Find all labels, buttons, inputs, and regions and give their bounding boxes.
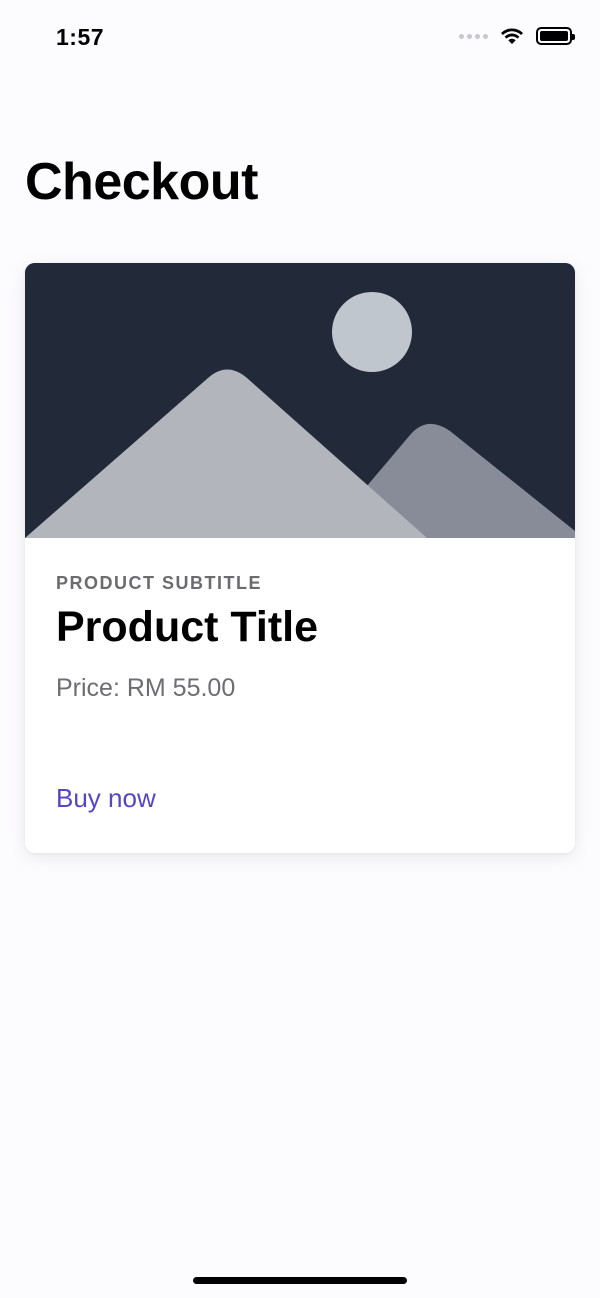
checkout-screen: 1:57 Checkout PRODUCT SUBTITLE Product T… xyxy=(0,0,600,1298)
image-placeholder-icon xyxy=(25,263,575,538)
product-card: PRODUCT SUBTITLE Product Title Price: RM… xyxy=(25,263,575,853)
buy-now-button[interactable]: Buy now xyxy=(56,783,156,814)
status-icons xyxy=(459,27,575,45)
signal-icon xyxy=(459,33,488,39)
battery-icon xyxy=(536,27,575,45)
product-price: Price: RM 55.00 xyxy=(56,674,236,702)
wifi-icon xyxy=(501,28,523,44)
page-title: Checkout xyxy=(25,153,258,211)
product-title: Product Title xyxy=(56,603,319,651)
home-indicator[interactable] xyxy=(193,1277,407,1284)
product-subtitle: PRODUCT SUBTITLE xyxy=(56,573,262,593)
card-body: PRODUCT SUBTITLE Product Title Price: RM… xyxy=(56,573,544,703)
status-bar: 1:57 xyxy=(0,0,600,76)
status-time: 1:57 xyxy=(56,24,105,50)
